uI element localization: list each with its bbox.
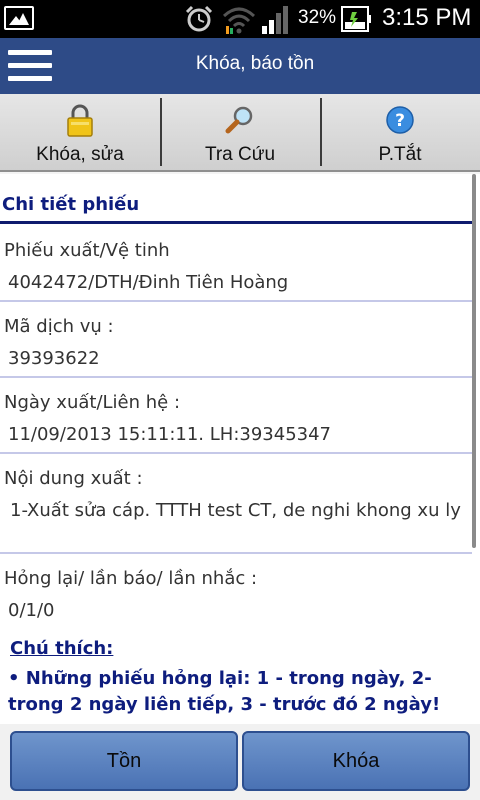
- field-date-contact: Ngày xuất/Liên hệ : 11/09/2013 15:11:11.…: [0, 378, 472, 454]
- field-value: 4042472/DTH/Đinh Tiên Hoàng: [8, 272, 289, 293]
- bottom-action-bar: Tồn Khóa: [0, 724, 480, 800]
- field-label: Hỏng lại/ lần báo/ lần nhắc :: [4, 568, 258, 589]
- inventory-button[interactable]: Tồn: [10, 731, 238, 791]
- field-content: Nội dung xuất : 1-Xuất sửa cáp. TTTH tes…: [0, 454, 472, 554]
- lock-edit-button[interactable]: Khóa, sửa: [0, 94, 160, 170]
- toolbar: Khóa, sửa Tra Cứu ? P.Tắt: [0, 94, 480, 172]
- menu-icon[interactable]: [8, 50, 52, 82]
- magnifier-icon: [225, 106, 253, 134]
- clock: 3:15 PM: [382, 4, 472, 31]
- field-label: Ngày xuất/Liên hệ :: [4, 392, 181, 413]
- field-value: 0/1/0: [8, 600, 55, 621]
- field-ticket-satellite: Phiếu xuất/Vệ tinh 4042472/DTH/Đinh Tiên…: [0, 226, 472, 302]
- field-value: 39393622: [8, 348, 100, 369]
- field-recurrence: Hỏng lại/ lần báo/ lần nhắc : 0/1/0: [0, 554, 472, 634]
- field-label: Phiếu xuất/Vệ tinh: [4, 240, 170, 261]
- section-title: Chi tiết phiếu: [0, 174, 472, 224]
- field-value: 1-Xuất sửa cáp. TTTH test CT, de nghi kh…: [10, 500, 461, 521]
- app-title-bar: Khóa, báo tồn: [0, 38, 480, 94]
- lock-icon: [67, 104, 93, 137]
- status-bar: 32% 3:15 PM: [0, 0, 480, 38]
- scrollbar[interactable]: [472, 174, 476, 548]
- note-item: • Những phiếu hỏng lại: 1 - trong ngày, …: [8, 668, 441, 715]
- field-service-code: Mã dịch vụ : 39393622: [0, 302, 472, 378]
- svg-text:?: ?: [395, 111, 405, 131]
- ticket-detail-panel[interactable]: Chi tiết phiếu Phiếu xuất/Vệ tinh 404247…: [0, 174, 480, 724]
- lookup-label: Tra Cứu: [204, 144, 276, 165]
- page-title: Khóa, báo tồn: [195, 53, 315, 74]
- lock-edit-label: Khóa, sửa: [36, 144, 124, 165]
- battery-icon: [341, 6, 371, 32]
- wifi-icon: [222, 7, 256, 34]
- notes-title: Chú thích:: [10, 638, 114, 659]
- help-icon: ?: [386, 106, 414, 134]
- lock-button[interactable]: Khóa: [242, 731, 470, 791]
- lookup-button[interactable]: Tra Cứu: [160, 94, 320, 170]
- field-value: 11/09/2013 15:11:11. LH:39345347: [8, 424, 331, 445]
- shortcut-label: P.Tắt: [378, 144, 422, 165]
- battery-percent: 32%: [298, 7, 337, 28]
- signal-icon: [262, 6, 288, 34]
- field-label: Nội dung xuất :: [4, 468, 143, 489]
- alarm-icon: [185, 5, 213, 32]
- shortcut-button[interactable]: ? P.Tắt: [320, 94, 480, 170]
- gallery-icon: [4, 6, 34, 30]
- field-label: Mã dịch vụ :: [4, 316, 114, 337]
